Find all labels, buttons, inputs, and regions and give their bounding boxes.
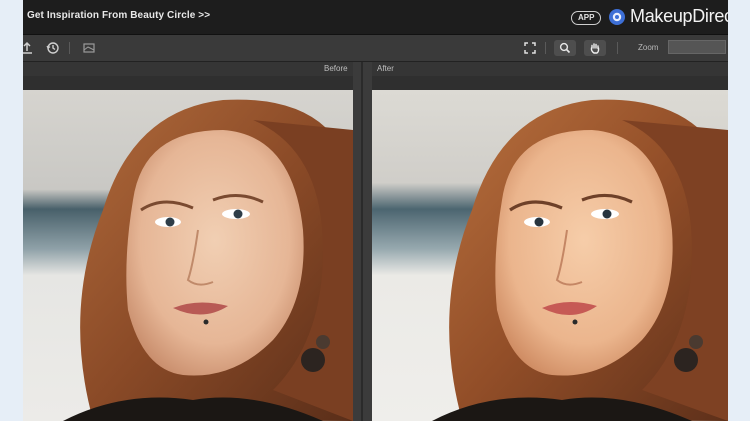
zoom-tool-icon[interactable]: [554, 40, 576, 56]
app-window: Get Inspiration From Beauty Circle >> AP…: [23, 0, 728, 421]
fit-screen-icon[interactable]: [522, 40, 538, 56]
app-badge[interactable]: APP: [571, 11, 602, 25]
toolbar-separator: [69, 42, 70, 54]
brand-name: MakeupDirec: [630, 6, 728, 26]
after-photo: [372, 90, 728, 421]
brand-logo-icon: [608, 8, 626, 31]
before-panel-margin: [23, 76, 353, 90]
before-label: Before: [324, 64, 348, 73]
compare-view-icon[interactable]: [81, 40, 97, 56]
compare-label-bar: Before After: [23, 62, 728, 76]
toolbar-separator: [545, 42, 546, 54]
compare-divider[interactable]: [353, 62, 372, 421]
zoom-input[interactable]: [668, 40, 726, 54]
after-label: After: [377, 64, 394, 73]
before-photo: [23, 90, 353, 421]
zoom-label: Zoom: [638, 43, 659, 52]
after-panel-margin: [372, 76, 728, 90]
upload-icon[interactable]: [23, 40, 35, 56]
divider-handle[interactable]: [361, 62, 363, 421]
hand-tool-icon[interactable]: [584, 40, 606, 56]
history-icon[interactable]: [45, 40, 61, 56]
title-bar: Get Inspiration From Beauty Circle >> AP…: [23, 0, 728, 35]
toolbar: Zoom: [23, 35, 728, 62]
inspiration-link[interactable]: Get Inspiration From Beauty Circle >>: [27, 10, 210, 21]
toolbar-separator: [617, 42, 618, 54]
